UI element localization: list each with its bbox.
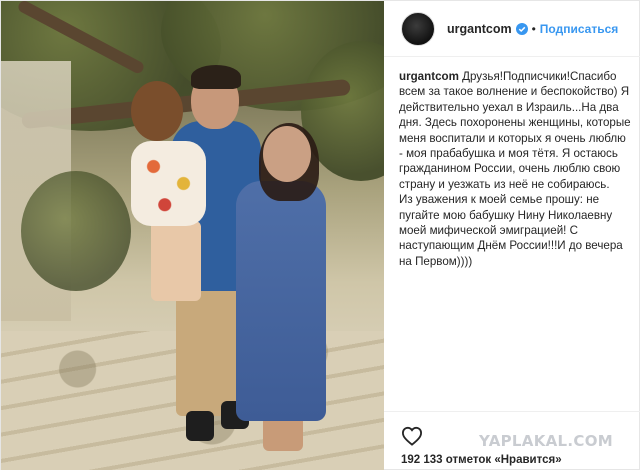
woman-dress bbox=[236, 181, 326, 421]
man-shoe bbox=[186, 411, 214, 441]
likes-count[interactable]: 192 133 отметок «Нравится» bbox=[401, 454, 562, 466]
instagram-post: urgantcom • Подписаться urgantcom Друзья… bbox=[0, 0, 640, 470]
post-photo[interactable] bbox=[1, 1, 384, 470]
bush bbox=[21, 171, 131, 291]
verified-badge-icon bbox=[515, 22, 528, 35]
caption-username[interactable]: urgantcom bbox=[399, 70, 459, 83]
heart-outline-icon[interactable] bbox=[401, 426, 423, 446]
child-head bbox=[131, 81, 183, 141]
caption-text: Друзья!Подписчики!Спасибо всем за такое … bbox=[399, 70, 631, 268]
avatar[interactable] bbox=[401, 11, 435, 46]
post-username[interactable]: urgantcom bbox=[447, 22, 512, 36]
separator-dot: • bbox=[531, 21, 536, 36]
woman-head bbox=[263, 126, 311, 182]
site-watermark: YAPLAKAL.COM bbox=[479, 432, 613, 450]
post-header: urgantcom • Подписаться bbox=[384, 1, 640, 57]
child-dress bbox=[131, 141, 206, 226]
follow-button[interactable]: Подписаться bbox=[540, 22, 618, 36]
man-hair bbox=[191, 65, 241, 89]
post-caption: urgantcom Друзья!Подписчики!Спасибо всем… bbox=[399, 69, 631, 269]
child-legs bbox=[151, 221, 201, 301]
